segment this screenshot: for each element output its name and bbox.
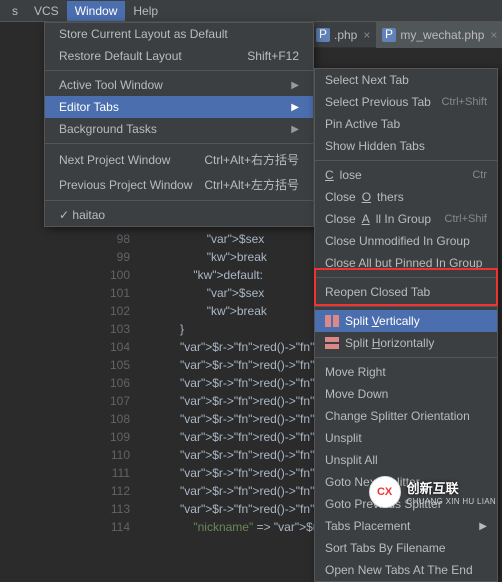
submenu-item[interactable]: Move Right xyxy=(315,361,497,383)
close-icon[interactable]: × xyxy=(490,28,497,42)
submenu-item[interactable]: Unsplit xyxy=(315,427,497,449)
watermark-text: 创新互联 xyxy=(407,481,459,496)
tab-label: .php xyxy=(334,28,357,42)
editor-tab[interactable]: P .php × xyxy=(310,22,376,48)
editor-tab[interactable]: P my_wechat.php × xyxy=(376,22,502,48)
submenu-item[interactable]: Unsplit All xyxy=(315,449,497,471)
submenu-item[interactable]: Close All but Pinned In Group xyxy=(315,252,497,274)
submenu-item[interactable]: Pin Active Tab xyxy=(315,113,497,135)
menu-item[interactable]: Restore Default LayoutShift+F12 xyxy=(45,45,313,67)
submenu-item[interactable]: Sort Tabs By Filename xyxy=(315,537,497,559)
submenu-item[interactable]: Tabs Placement▶ xyxy=(315,515,497,537)
menubar: s VCS Window Help xyxy=(0,0,502,22)
close-icon[interactable]: × xyxy=(363,28,370,42)
submenu-item[interactable]: Reopen Closed Tab xyxy=(315,281,497,303)
menu-item[interactable]: Editor Tabs▶ xyxy=(45,96,313,118)
submenu-item[interactable]: Split Vertically xyxy=(315,310,497,332)
line-gutter: 9596979899100101102103104105106107108109… xyxy=(100,176,130,536)
php-file-icon: P xyxy=(382,28,396,42)
menu-item[interactable]: ✓ haitao xyxy=(45,204,313,226)
menu-item[interactable]: Background Tasks▶ xyxy=(45,118,313,140)
menu-item[interactable]: Active Tool Window▶ xyxy=(45,74,313,96)
menu-item-help[interactable]: Help xyxy=(125,1,166,21)
submenu-item[interactable]: Show Hidden Tabs xyxy=(315,135,497,157)
watermark: CX 创新互联 CHUANG XIN HU LIAN xyxy=(369,476,496,508)
watermark-sub: CHUANG XIN HU LIAN xyxy=(407,497,496,506)
submenu-item[interactable]: Close Others xyxy=(315,186,497,208)
menu-item[interactable]: s xyxy=(4,1,26,21)
submenu-item[interactable]: Close All In GroupCtrl+Shif xyxy=(315,208,497,230)
watermark-logo: CX xyxy=(369,476,401,508)
menu-item[interactable]: Store Current Layout as Default xyxy=(45,23,313,45)
submenu-item[interactable]: Change Splitter Orientation xyxy=(315,405,497,427)
submenu-item[interactable]: Select Next Tab xyxy=(315,69,497,91)
editor-tabbar: P .php × P my_wechat.php × xyxy=(310,22,502,48)
submenu-item[interactable]: Open New Tabs At The End xyxy=(315,559,497,581)
php-file-icon: P xyxy=(316,28,330,42)
svg-text:P: P xyxy=(319,28,327,41)
submenu-item[interactable]: Close Unmodified In Group xyxy=(315,230,497,252)
menu-item[interactable]: VCS xyxy=(26,1,67,21)
submenu-item[interactable]: CloseCtr xyxy=(315,164,497,186)
submenu-item[interactable]: Move Down xyxy=(315,383,497,405)
submenu-item[interactable]: Select Previous TabCtrl+Shift xyxy=(315,91,497,113)
menu-item[interactable]: Previous Project WindowCtrl+Alt+左方括号 xyxy=(45,172,313,197)
svg-text:P: P xyxy=(385,28,393,41)
submenu-item[interactable]: Split Horizontally xyxy=(315,332,497,354)
menu-item-window[interactable]: Window xyxy=(67,1,126,21)
menu-item[interactable]: Next Project WindowCtrl+Alt+右方括号 xyxy=(45,147,313,172)
window-dropdown: Store Current Layout as DefaultRestore D… xyxy=(44,22,314,227)
tab-label: my_wechat.php xyxy=(400,28,484,42)
